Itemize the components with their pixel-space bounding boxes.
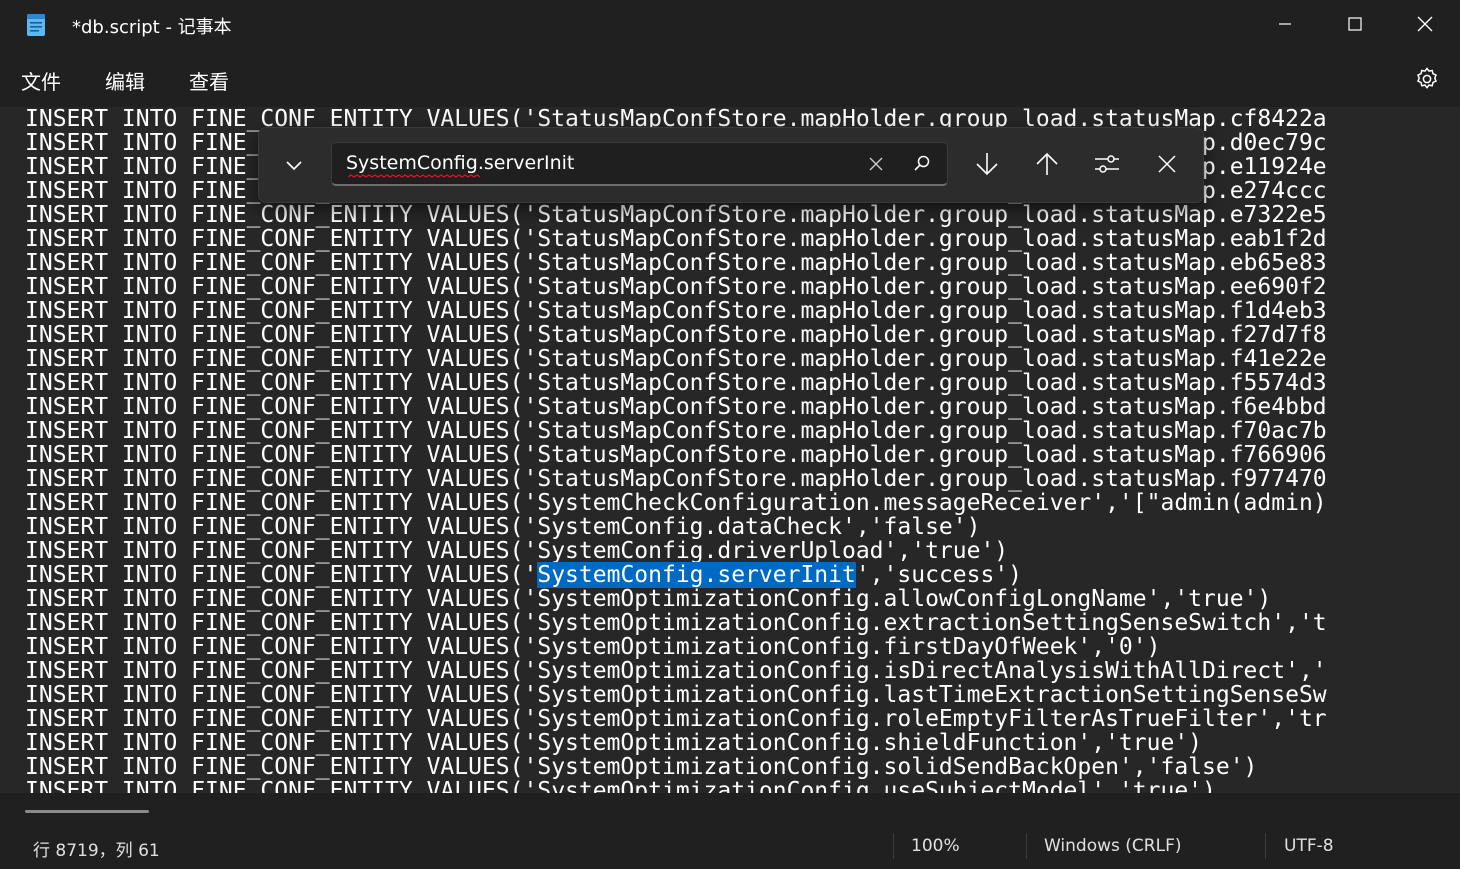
editor-line: INSERT INTO FINE_CONF_ENTITY VALUES('Sys… (25, 634, 1161, 660)
editor-line: INSERT INTO FINE_CONF_ENTITY VALUES('Sys… (25, 706, 1327, 732)
line-text: INSERT INTO FINE_CONF_ENTITY VALUES(' (25, 562, 538, 588)
clear-search-button[interactable] (862, 151, 890, 179)
menu-edit[interactable]: 编辑 (105, 66, 145, 95)
zoom-level[interactable]: 100% (911, 836, 960, 856)
close-icon (1417, 16, 1433, 32)
window-title: *db.script - 记事本 (72, 17, 232, 38)
editor-line: INSERT INTO FINE_CONF_ENTITY VALUES('Sta… (25, 394, 1327, 420)
find-next-button[interactable] (969, 148, 1005, 184)
search-button[interactable] (908, 151, 936, 179)
editor-line: INSERT INTO FINE_CONF_ENTITY VALUES('Sys… (25, 658, 1327, 684)
close-icon (1158, 155, 1176, 177)
minimize-button[interactable] (1250, 0, 1320, 48)
line-ending[interactable]: Windows (CRLF) (1044, 836, 1182, 856)
chevron-down-icon (285, 156, 303, 175)
editor-line: INSERT INTO FINE_CONF_ENTITY VALUES('Sys… (25, 778, 1216, 793)
status-divider (893, 833, 894, 859)
gear-icon[interactable] (1414, 66, 1440, 92)
editor-line: INSERT INTO FINE_CONF_ENTITY VALUES('Sys… (25, 538, 1009, 564)
close-icon (869, 156, 883, 175)
editor-line: INSERT INTO FINE_CONF_ENTITY VALUES('Sta… (25, 370, 1327, 396)
close-find-button[interactable] (1149, 148, 1185, 184)
maximize-icon (1348, 17, 1362, 31)
editor-line: INSERT INTO FINE_CONF_ENTITY VALUES('Sys… (25, 610, 1327, 636)
editor-line: INSERT INTO FINE_CONF_ENTITY VALUES('Sta… (25, 274, 1327, 300)
find-input-box (331, 142, 948, 186)
editor-line: INSERT INTO FINE_CONF_ENTITY VALUES('Sta… (25, 298, 1327, 324)
find-previous-button[interactable] (1029, 148, 1065, 184)
editor-line: INSERT INTO FINE_CONF_ENTITY VALUES('Sys… (25, 514, 981, 540)
sliders-icon (1094, 153, 1120, 179)
minimize-icon (1278, 17, 1292, 31)
find-panel (258, 127, 1204, 203)
search-icon (913, 154, 931, 176)
spellcheck-underline (348, 174, 481, 178)
menu-file[interactable]: 文件 (21, 66, 61, 95)
editor-line: INSERT INTO FINE_CONF_ENTITY VALUES('Sys… (25, 682, 1327, 708)
line-text: ','success') (855, 562, 1023, 588)
editor-line: INSERT INTO FINE_CONF_ENTITY VALUES('Sta… (25, 226, 1327, 252)
status-divider (1026, 833, 1027, 859)
editor-line: INSERT INTO FINE_CONF_ENTITY VALUES('Sta… (25, 442, 1327, 468)
editor-line: INSERT INTO FINE_CONF_ENTITY VALUES('Sta… (25, 202, 1327, 228)
text-editor[interactable]: INSERT INTO FINE_CONF_ENTITY VALUES('Sta… (0, 107, 1460, 793)
editor-line: INSERT INTO FINE_CONF_ENTITY VALUES('Sta… (25, 346, 1327, 372)
editor-line: INSERT INTO FINE_CONF_ENTITY VALUES('Sta… (25, 322, 1327, 348)
editor-line: INSERT INTO FINE_CONF_ENTITY VALUES('Sys… (25, 562, 1327, 588)
menu-bar: 文件 编辑 查看 (0, 52, 1460, 106)
status-bar: 行 8719，列 61 100% Windows (CRLF) UTF-8 (0, 823, 1460, 869)
search-match-highlight: SystemConfig.serverInit (537, 562, 856, 588)
find-replace-toggle[interactable] (279, 152, 309, 178)
editor-line: INSERT INTO FINE_CONF_ENTITY VALUES('Sta… (25, 250, 1327, 276)
find-options-button[interactable] (1089, 148, 1125, 184)
editor-line: INSERT INTO FINE_CONF_ENTITY VALUES('Sys… (25, 730, 1203, 756)
editor-line: INSERT INTO FINE_CONF_ENTITY VALUES('Sys… (25, 586, 1272, 612)
menu-view[interactable]: 查看 (189, 66, 229, 95)
editor-line: INSERT INTO FINE_CONF_ENTITY VALUES('Sys… (25, 490, 1327, 516)
editor-line: INSERT INTO FINE_CONF_ENTITY VALUES('Sta… (25, 418, 1327, 444)
arrow-down-icon (975, 151, 999, 181)
status-divider (1265, 833, 1266, 859)
horizontal-scrollbar[interactable] (25, 810, 149, 813)
close-window-button[interactable] (1390, 0, 1460, 48)
editor-line: INSERT INTO FINE_CONF_ENTITY VALUES('Sta… (25, 466, 1327, 492)
encoding[interactable]: UTF-8 (1284, 836, 1334, 856)
notepad-icon (26, 13, 46, 37)
arrow-up-icon (1035, 151, 1059, 181)
editor-line: INSERT INTO FINE_CONF_ENTITY VALUES('Sys… (25, 754, 1258, 780)
title-bar: *db.script - 记事本 (0, 0, 1460, 50)
editor-lines: INSERT INTO FINE_CONF_ENTITY VALUES('Sta… (25, 107, 1327, 793)
maximize-button[interactable] (1320, 0, 1390, 48)
cursor-position[interactable]: 行 8719，列 61 (33, 836, 160, 861)
